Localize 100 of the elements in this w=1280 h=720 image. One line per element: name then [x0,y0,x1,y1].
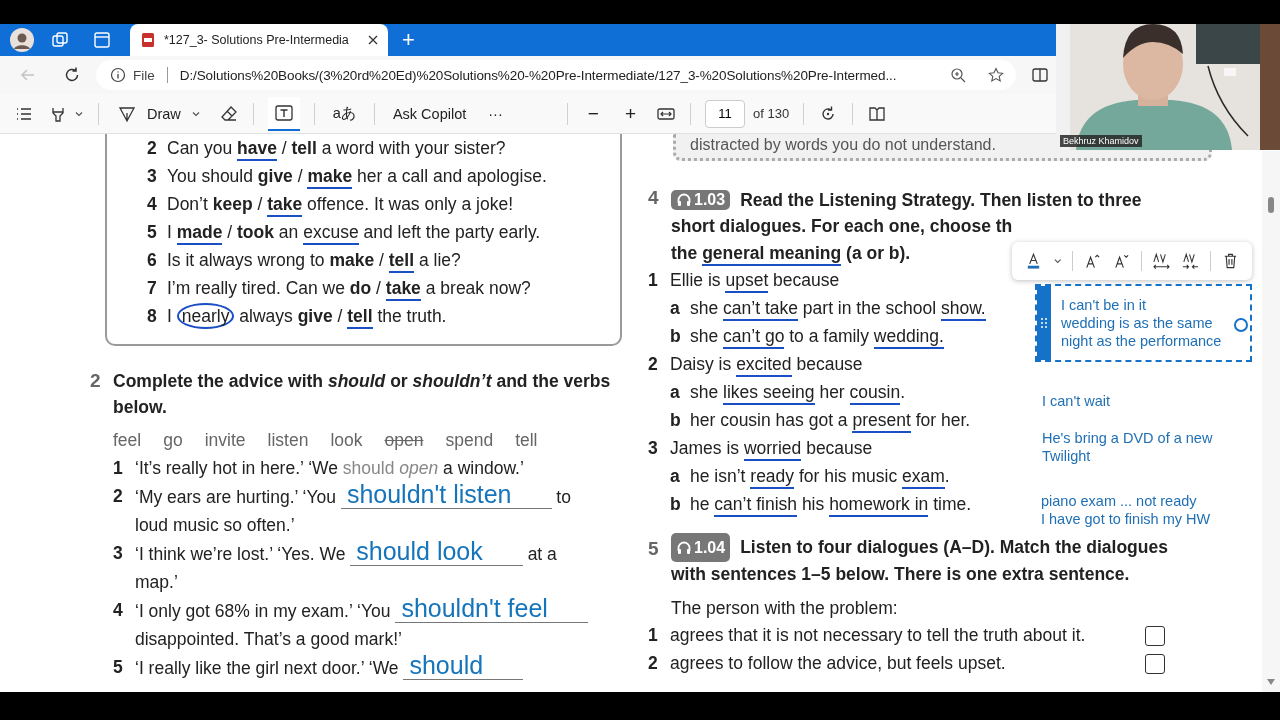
item-number: 3 [648,438,659,459]
item-number: 4 [113,599,124,622]
spacing-narrow-icon[interactable] [1181,251,1201,271]
headphones-icon [676,539,692,556]
drag-handle[interactable] [1037,286,1051,360]
page-number-field[interactable]: 11 [705,99,745,128]
sentence: ‘I think we’re lost.’ ‘Yes. We should look at a map.’ [135,539,558,594]
sentence: she can’t go to a family wedding. [690,326,944,347]
participant-name: Bekhruz Khamidov [1060,135,1142,147]
sentence: You should give / make her a call and apologise. [167,165,547,187]
page-count: of 130 [753,106,790,121]
zoom-out-button[interactable]: − [581,102,605,125]
exercise-number: 4 [648,187,660,210]
close-icon[interactable] [368,35,378,45]
option-letter: a [670,382,681,403]
item-number: 4 [147,193,158,215]
audio-badge[interactable]: 1.04 [671,533,731,563]
item-number: 7 [147,277,158,299]
sentence: Is it always wrong to make / tell a lie? [167,249,461,271]
more-button[interactable]: ··· [484,103,507,124]
sentence: Can you have / tell a word with your sister? [167,137,506,159]
sentence: agrees to follow the advice, but feels upset. [670,653,1007,674]
option-letter: b [670,494,682,515]
item-number: 2 [113,485,124,508]
sentence: James is worried because [670,438,873,459]
option-letter: b [670,410,682,431]
word-option: tell [515,429,538,451]
answer-checkbox[interactable] [1145,653,1165,674]
sentence: Daisy is excited because [670,354,863,375]
sentence: ‘It’s really hot in here.’ ‘We should open a window.’ [135,457,525,480]
item-number: 5 [147,221,158,243]
text-annotation-box[interactable]: I can't be in it wedding is as the same night as the performance [1035,284,1252,362]
text-box-icon[interactable] [267,96,300,131]
scrollbar-thumb[interactable] [1268,197,1274,213]
resize-handle[interactable] [1234,318,1248,332]
option-letter: b [670,326,682,347]
sentence: ‘I really like the girl next door.’ ‘We should [135,653,600,682]
item-number: 1 [648,625,659,646]
word-option: look [330,429,363,451]
item-number: 2 [648,354,659,375]
annotation-text[interactable]: I can't be in it wedding is as the same night as the performance [1051,286,1222,360]
address-bar[interactable]: File D:/Solutions%20Books/(3%20rd%20Ed)%20Solutions%20-%20Pre-Intermediate/127_3-%20Solutions%20Pre-Intermed... [96,60,1016,90]
avatar-icon[interactable] [10,28,34,52]
sentence: he isn’t ready for his music exam. [690,466,950,487]
word-option: listen [267,429,309,451]
handwritten-note: I have got to finish my HW [1041,510,1212,528]
item-number: 3 [147,165,158,187]
exercise-instruction: short dialogues. For each one, choose th [671,216,1013,238]
item-number: 5 [113,656,124,679]
exercise-instruction: Listen to four dialogues (A–D). Match the dialogues [740,536,1168,560]
sentence: agrees that it is not necessary to tell the truth about it. [670,625,1087,646]
tip-text: distracted by words you do not understand. [690,136,996,153]
exercise-instruction: Read the Listening Strategy. Then listen to three [740,189,1142,211]
sentence: he can’t finish his homework in time. [690,494,972,515]
scheme-label: File [133,67,155,83]
word-option: spend [445,429,494,451]
option-letter: a [670,466,681,487]
exercise-instruction: Complete the advice with should or shouldn’t and the verbs below. [113,370,612,419]
word-option: feel [113,429,142,451]
word-option: go [163,429,183,451]
exercise-number: 2 [90,369,102,393]
draw-button[interactable]: Draw [113,101,205,126]
item-number: 1 [648,270,659,291]
workspaces-icon[interactable] [50,30,70,50]
item-number: 2 [147,137,158,159]
headphones-icon [676,192,692,209]
sentence: I nearly always give / tell the truth. [167,305,447,327]
new-tab-button[interactable]: + [398,29,419,51]
answer-checkbox[interactable] [1145,625,1165,646]
ask-copilot-button[interactable]: Ask Copilot [388,103,471,124]
item-number: 1 [113,457,124,480]
handwritten-note: piano exam ... not ready [1041,492,1198,510]
word-option: open [384,429,424,451]
sentence: her cousin has got a present for her. [690,410,971,431]
pdf-icon [140,32,156,48]
item-number: 8 [147,305,158,327]
spacing-wide-icon[interactable] [1152,251,1172,271]
tab-actions-icon[interactable] [92,30,112,50]
caret-icon[interactable] [1052,256,1063,266]
exercise-number: 5 [648,536,660,561]
star-icon[interactable] [988,67,1004,83]
info-icon[interactable] [110,67,126,83]
sentence: ‘I only got 68% in my exam.’ ‘You shouldn't feel disappointed. That’s a good mark!’ [135,596,600,653]
item-number: 6 [147,249,158,271]
item-number: 2 [648,653,659,674]
zoom-icon[interactable] [950,67,966,83]
scroll-down-icon[interactable] [1266,678,1276,686]
item-number: 3 [113,542,124,565]
option-letter: a [670,298,681,319]
scrollbar[interactable] [1262,151,1280,692]
handwritten-note: I can't wait [1042,392,1112,410]
tab-title: *127_3- Solutions Pre-Intermedia [164,33,350,47]
split-screen-icon[interactable] [1030,65,1050,85]
sentence: she likes seeing her cousin. [690,382,906,403]
read-aloud-button[interactable]: aあ [328,102,360,125]
browser-tab[interactable]: *127_3- Solutions Pre-Intermedia [130,24,388,56]
audio-badge[interactable]: 1.03 [671,190,731,211]
zoom-in-button[interactable]: + [618,102,642,125]
word-option: invite [204,429,246,451]
lead-text: The person with the problem: [671,596,899,620]
